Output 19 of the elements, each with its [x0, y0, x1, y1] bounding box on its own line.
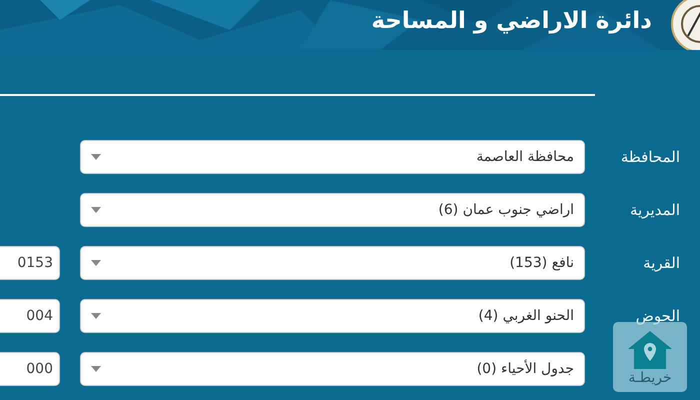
house-pin-icon — [626, 329, 674, 371]
code-field[interactable]: 000 — [0, 352, 60, 386]
code-field[interactable]: 004 — [0, 299, 60, 333]
dropdown-field[interactable]: الحنو الغربي (4) — [80, 299, 585, 333]
dropdown-field[interactable]: اراضي جنوب عمان (6) — [80, 193, 585, 227]
field-label: الحوض — [636, 306, 680, 325]
field-label: المديرية — [630, 200, 680, 219]
caret-icon — [91, 154, 101, 160]
field-label: المحافظة — [620, 148, 680, 166]
dropdown-field[interactable]: محافظة العاصمة — [80, 140, 585, 174]
caret-icon — [91, 366, 101, 372]
header-title: دائرة الاراضي و المساحة — [371, 7, 652, 36]
caret-icon — [91, 260, 101, 266]
caret-icon — [91, 313, 101, 319]
caret-icon — [91, 207, 101, 213]
dropdown-field[interactable]: جدول الأحياء (0) — [80, 352, 585, 386]
dropdown-field[interactable]: نافع (153) — [80, 246, 585, 280]
code-field[interactable]: 0153 — [0, 246, 60, 280]
field-label: القرية — [643, 254, 680, 272]
